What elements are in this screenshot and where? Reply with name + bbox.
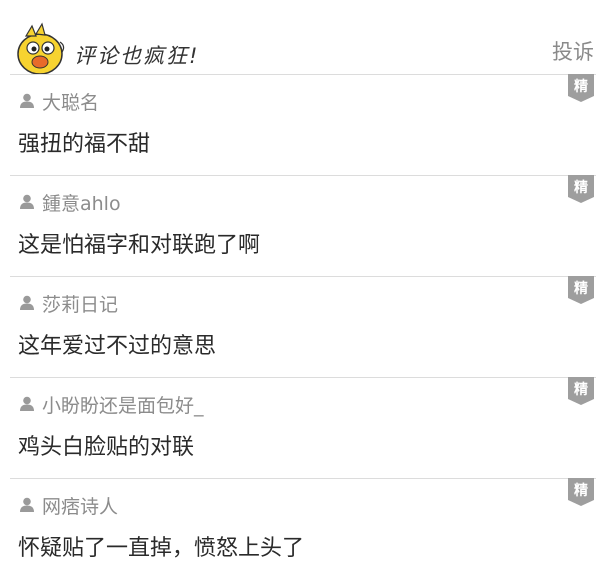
comment-item: 精 小盼盼还是面包好_ 鸡头白脸贴的对联 (0, 377, 606, 478)
user-icon (20, 497, 34, 512)
user-icon (20, 295, 34, 310)
featured-badge: 精 (568, 478, 594, 506)
comment-username[interactable]: 鍾意ahlo (42, 189, 121, 216)
user-icon (20, 396, 34, 411)
comment-item: 精 网痞诗人 怀疑贴了一直掉，愤怒上头了 (0, 478, 606, 579)
featured-badge: 精 (568, 276, 594, 304)
divider (10, 377, 596, 378)
comments-header: 评论也疯狂! 投诉 (0, 0, 606, 75)
badge-label: 精 (574, 382, 588, 398)
badge-label: 精 (574, 79, 588, 95)
comment-text: 这是怕福字和对联跑了啊 (18, 233, 261, 258)
comment-text: 强扭的福不甜 (18, 132, 151, 157)
comment-text: 这年爱过不过的意思 (18, 334, 217, 359)
comment-username[interactable]: 莎莉日记 (42, 290, 118, 317)
badge-label: 精 (574, 483, 588, 499)
comment-item: 精 大聪名 强扭的福不甜 (0, 74, 606, 175)
user-icon (20, 93, 34, 108)
featured-badge: 精 (568, 175, 594, 203)
duck-mascot-icon (17, 22, 65, 75)
comment-username[interactable]: 大聪名 (42, 88, 99, 115)
divider (10, 276, 596, 277)
divider (10, 74, 596, 75)
badge-label: 精 (574, 180, 588, 196)
comment-username[interactable]: 网痞诗人 (42, 492, 118, 519)
comment-text: 鸡头白脸贴的对联 (18, 435, 195, 460)
report-button[interactable]: 投诉 (552, 36, 594, 66)
divider (10, 478, 596, 479)
user-icon (20, 194, 34, 209)
comment-item: 精 莎莉日记 这年爱过不过的意思 (0, 276, 606, 377)
comment-item: 精 鍾意ahlo 这是怕福字和对联跑了啊 (0, 175, 606, 276)
featured-badge: 精 (568, 74, 594, 102)
badge-label: 精 (574, 281, 588, 297)
page-title: 评论也疯狂! (74, 44, 200, 68)
divider (10, 175, 596, 176)
comment-username[interactable]: 小盼盼还是面包好_ (42, 391, 204, 418)
featured-badge: 精 (568, 377, 594, 405)
comment-text: 怀疑贴了一直掉，愤怒上头了 (18, 536, 305, 561)
